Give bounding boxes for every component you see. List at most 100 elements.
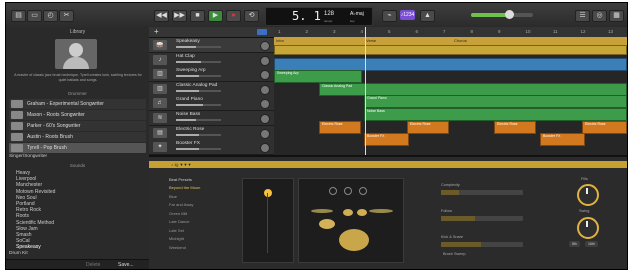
track-pan-knob[interactable] [260, 70, 270, 81]
sound-list-item[interactable]: Liverpool [16, 176, 36, 182]
lcd-display[interactable]: 5. 1 128 tempo A♭maj key [265, 7, 373, 26]
notepad-icon[interactable]: ☰ [575, 10, 590, 22]
sound-list-item[interactable]: Speakeasy [16, 244, 41, 250]
track-header[interactable]: 🥁 Speakeasy [149, 38, 274, 53]
track-region[interactable]: Booster FX [540, 133, 585, 147]
track-pan-knob[interactable] [260, 143, 270, 154]
arrangement-marker[interactable]: Verse [364, 37, 452, 45]
kit-label[interactable]: Drum Kit [9, 251, 28, 256]
track-pan-knob[interactable] [260, 41, 270, 51]
master-volume-slider[interactable] [471, 10, 533, 19]
sound-list-item[interactable]: SoCal [16, 238, 30, 244]
track-header[interactable]: ♪ Hat Clap [149, 52, 274, 68]
sound-list-item[interactable]: Retro Rock [16, 207, 41, 213]
track-header[interactable]: ✦ Booster FX [149, 140, 274, 156]
track-region[interactable]: Electric Rose [494, 120, 536, 134]
sound-list-item[interactable]: Slow Jam [16, 226, 38, 232]
cymbal-icon[interactable] [369, 209, 393, 213]
snare-drum-icon[interactable] [319, 219, 335, 229]
master-volume-knob[interactable] [505, 10, 515, 19]
track-volume-slider[interactable] [176, 89, 221, 92]
sound-list-item[interactable]: Scientific Method [16, 220, 54, 226]
genre-label[interactable]: Singer/Songwriter [9, 154, 47, 159]
preset-item[interactable]: Late Set [169, 228, 184, 233]
track-pan-knob[interactable] [260, 99, 270, 110]
brush-sweep-label[interactable]: Brush Sweep [443, 252, 466, 256]
track-volume-slider[interactable] [176, 119, 221, 121]
metronome-icon[interactable]: ▲ [420, 10, 435, 22]
preset-item[interactable]: Weekend [169, 245, 186, 250]
hat-clap-region[interactable] [274, 57, 627, 71]
drummer-region[interactable] [274, 45, 627, 55]
play-button[interactable]: ▶ [208, 10, 223, 22]
preset-item[interactable]: Far and Away [169, 202, 193, 207]
fills-knob[interactable] [577, 184, 599, 206]
loops-icon[interactable]: ◎ [592, 10, 607, 22]
sound-list-item[interactable]: Smash [16, 232, 32, 238]
smart-controls-icon[interactable]: ◴ [43, 10, 58, 22]
percussion-icon[interactable] [359, 187, 367, 195]
drummer-list-item[interactable]: Austin - Roots Brush [9, 132, 146, 142]
add-track-button[interactable]: + [154, 27, 159, 36]
sound-list-item[interactable]: Manchester [16, 182, 42, 188]
track-header[interactable]: ♬ Grand Piano [149, 96, 274, 112]
swing-8th-button[interactable]: 8th [569, 241, 580, 247]
track-region[interactable]: Electric Rose [582, 120, 627, 134]
track-header[interactable]: ▥ Classic Analog Pad [149, 81, 274, 97]
swing-16th-button[interactable]: 16th [585, 241, 598, 247]
pad-puck[interactable] [264, 189, 272, 197]
drummer-list-item[interactable]: Parker - 60's Songwriter [9, 121, 146, 131]
percussion-slider[interactable] [441, 190, 523, 195]
preset-item[interactable]: Green Mill [169, 211, 187, 216]
track-volume-slider[interactable] [176, 75, 221, 78]
track-pan-knob[interactable] [260, 128, 270, 139]
loudness-complexity-pad[interactable] [242, 178, 294, 263]
arrangement-marker[interactable]: Intro [274, 37, 364, 45]
track-region[interactable]: Sweeping Arp [274, 70, 362, 84]
kick-drum-icon[interactable] [339, 229, 369, 251]
drummer-list-item[interactable]: Graham - Experimental Songwriter [9, 99, 146, 109]
count-in-button[interactable]: ♪1234 [400, 10, 415, 20]
delete-button[interactable]: Delete [86, 262, 100, 268]
tom-icon[interactable] [343, 209, 353, 216]
save-button[interactable]: Save... [118, 262, 134, 268]
cycle-button[interactable]: ⟲ [244, 10, 259, 22]
forward-button[interactable]: ▶▶ [172, 10, 187, 22]
rewind-button[interactable]: ◀◀ [154, 10, 169, 22]
track-volume-slider[interactable] [176, 60, 221, 63]
swing-knob[interactable] [577, 217, 599, 239]
track-pan-knob[interactable] [260, 55, 270, 66]
track-region[interactable]: Electric Rose [407, 120, 449, 134]
drummer-list-item[interactable]: Tyrell - Pop Brush [9, 143, 146, 153]
playhead[interactable] [365, 27, 366, 155]
sound-list-item[interactable]: Portland [16, 201, 35, 207]
arrange-area[interactable]: 1 2 3 4 5 6 7 8 9 10 11 12 13 Intro Verse Chorus Sweep… [274, 27, 627, 155]
track-region[interactable]: Booster FX [364, 133, 409, 147]
tuner-icon[interactable]: ⌁ [382, 10, 397, 22]
preset-item[interactable]: Midnight [169, 236, 184, 241]
track-volume-slider[interactable] [176, 133, 221, 136]
track-header[interactable]: ▥ Sweeping Arp [149, 67, 274, 83]
kick-snare-slider[interactable] [441, 242, 523, 247]
drummer-list-item[interactable]: Mason - Roots Songwriter [9, 110, 146, 120]
sound-list-item[interactable]: Roots [16, 213, 29, 219]
track-volume-slider[interactable] [176, 104, 221, 107]
track-region[interactable]: Electric Rose [319, 120, 361, 134]
hihat-icon[interactable] [311, 209, 333, 213]
hihat-slider[interactable] [441, 216, 523, 221]
sound-list-item[interactable]: Neo Soul [16, 195, 37, 201]
record-button[interactable]: ● [226, 10, 241, 22]
inbox-icon[interactable]: ▭ [27, 10, 42, 22]
scissors-icon[interactable]: ✂ [59, 10, 74, 22]
track-region[interactable]: Grand Piano [364, 95, 627, 109]
track-pan-knob[interactable] [260, 84, 270, 95]
library-icon[interactable]: ▤ [11, 10, 26, 22]
percussion-icon[interactable] [344, 187, 352, 195]
preset-item[interactable]: Beyond the Moon [169, 185, 200, 190]
smart-filter-icon[interactable] [257, 29, 267, 35]
track-volume-slider[interactable] [176, 46, 221, 48]
arrangement-marker[interactable]: Chorus [452, 37, 627, 45]
stop-button[interactable]: ■ [190, 10, 205, 22]
drum-kit-panel[interactable] [298, 178, 404, 263]
browser-icon[interactable]: ▦ [609, 10, 624, 22]
